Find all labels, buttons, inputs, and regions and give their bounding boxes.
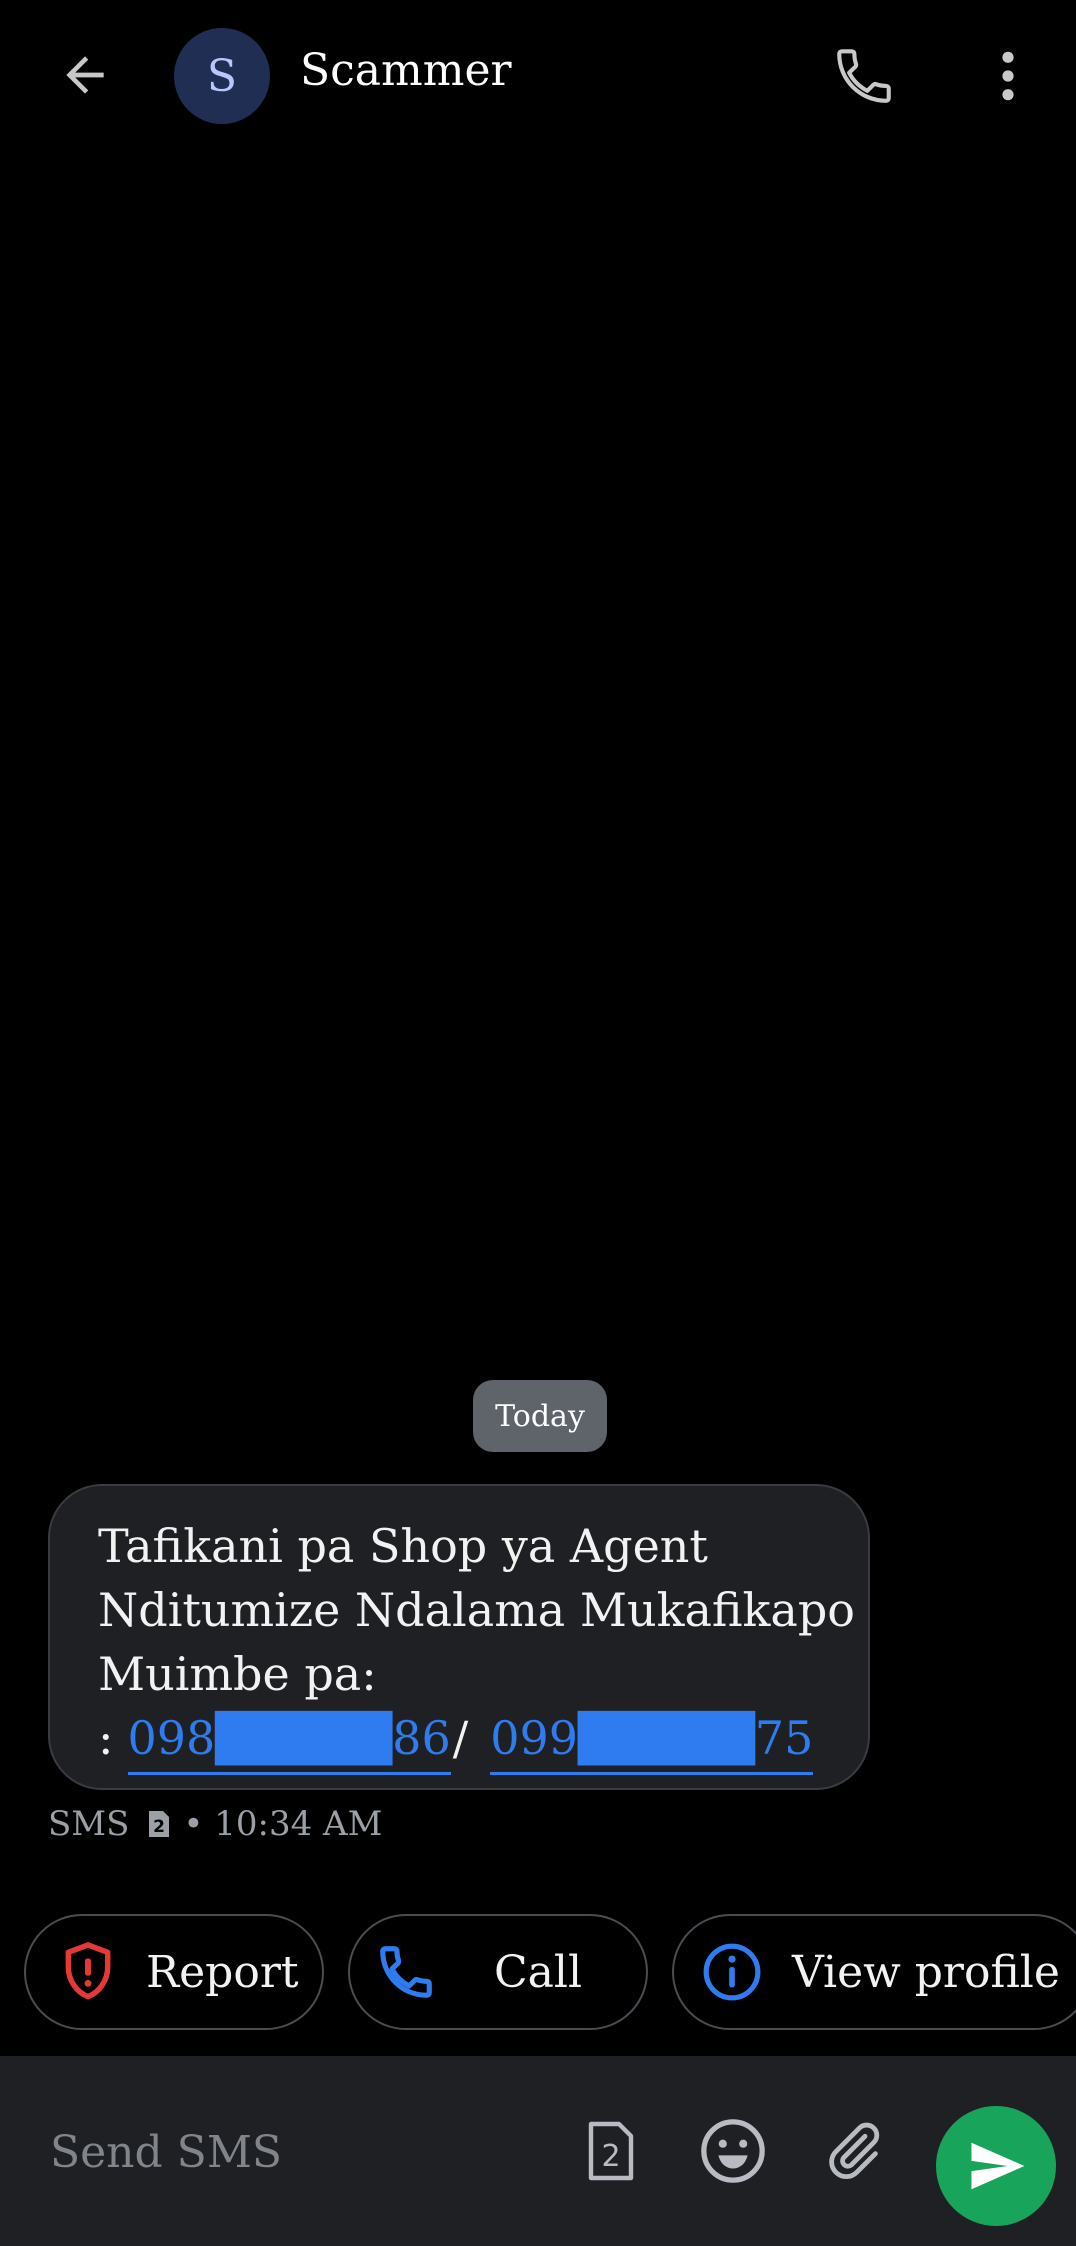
emoji-icon	[701, 2119, 765, 2183]
message-bubble[interactable]: Tafikani pa Shop ya Agent Nditumize Ndal…	[48, 1484, 870, 1790]
message-line: Nditumize Ndalama Mukafikapo	[98, 1583, 856, 1637]
phone-icon	[374, 1940, 438, 2004]
send-icon	[971, 2142, 1025, 2190]
attach-button[interactable]	[808, 2106, 898, 2196]
conversation-header: S Scammer	[0, 0, 1076, 150]
message-phone-line: : 098█████86 / 099█████75	[98, 1706, 824, 1775]
message-meta: SMS 2 • 10:34 AM	[48, 1804, 382, 1844]
more-vertical-icon	[1002, 51, 1014, 101]
sms-input[interactable]	[48, 2111, 552, 2193]
report-label: Report	[146, 1946, 299, 1998]
sim-card-icon: 2	[588, 2121, 634, 2181]
sim-card-icon: 2	[145, 1809, 173, 1839]
emoji-button[interactable]	[688, 2106, 778, 2196]
svg-text:2: 2	[601, 2139, 620, 2174]
phone-icon	[837, 49, 891, 103]
back-button[interactable]	[50, 40, 120, 110]
messaging-screen: S Scammer Today Tafikani pa Shop ya Agen…	[0, 0, 1076, 2246]
info-icon	[700, 1940, 764, 2004]
message-time: • 10:34 AM	[183, 1804, 383, 1844]
view-profile-label: View profile	[792, 1946, 1060, 1998]
report-button[interactable]: Report	[24, 1914, 324, 2030]
date-separator: Today	[473, 1380, 607, 1452]
paperclip-icon	[829, 2122, 880, 2180]
message-line: Tafikani pa Shop ya Agent	[98, 1519, 708, 1573]
phone-separator: /	[452, 1711, 469, 1765]
view-profile-button[interactable]: View profile	[672, 1914, 1076, 2030]
call-label: Call	[494, 1946, 583, 1998]
phone-link-1[interactable]: 098█████86	[127, 1706, 451, 1775]
message-type: SMS	[48, 1804, 130, 1844]
phone-prefix: :	[98, 1711, 114, 1765]
send-button[interactable]	[936, 2106, 1056, 2226]
more-options-button[interactable]	[978, 38, 1038, 114]
contact-avatar[interactable]: S	[174, 28, 270, 124]
message-line: Muimbe pa:	[98, 1647, 377, 1701]
call-button-header[interactable]	[826, 38, 902, 114]
phone-link-2[interactable]: 099█████75	[490, 1706, 814, 1775]
shield-alert-icon	[56, 1940, 120, 2004]
contact-name[interactable]: Scammer	[300, 45, 512, 96]
svg-text:2: 2	[153, 1817, 165, 1837]
call-chip-button[interactable]: Call	[348, 1914, 648, 2030]
arrow-left-icon	[66, 56, 104, 94]
message-composer: 2	[0, 2056, 1076, 2246]
avatar-letter: S	[206, 50, 238, 102]
sim-select-button[interactable]: 2	[566, 2106, 656, 2196]
